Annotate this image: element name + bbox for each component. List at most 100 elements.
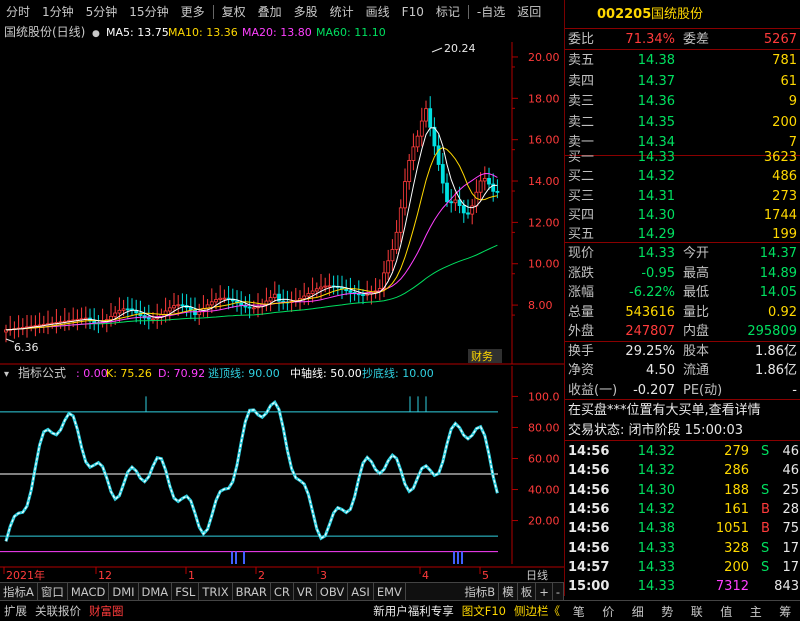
fundamental-label: 换手 bbox=[568, 342, 594, 361]
quote-tab[interactable]: 筹 bbox=[771, 603, 800, 620]
candle-body bbox=[441, 164, 444, 183]
sell-level-row: 卖二14.35200 bbox=[565, 113, 800, 132]
tick-time: 15:00 bbox=[568, 577, 609, 596]
candle-body bbox=[269, 298, 272, 301]
candle-body bbox=[479, 181, 482, 192]
indicator-tab[interactable]: MACD bbox=[68, 583, 109, 601]
candle-body bbox=[488, 178, 491, 184]
candle-body bbox=[194, 310, 197, 315]
candle-body bbox=[248, 307, 251, 308]
indicator-tab[interactable]: 板 bbox=[518, 583, 537, 601]
fundamental-value: 1.86亿 bbox=[755, 342, 797, 361]
stat-label: 现价 bbox=[568, 244, 594, 263]
tick-side-flag: S bbox=[761, 481, 769, 500]
f10-link[interactable]: 图文F10 bbox=[458, 603, 510, 619]
candle-body bbox=[412, 147, 415, 161]
wealth-circle-link[interactable]: 财富圈 bbox=[85, 603, 128, 619]
toolbar-item[interactable]: 多股 bbox=[288, 0, 324, 24]
toolbar-item[interactable]: 画线 bbox=[360, 0, 396, 24]
buy-level-row: 买三14.31273 bbox=[565, 187, 800, 206]
buy-level-label: 买一 bbox=[568, 148, 594, 167]
toolbar-item[interactable]: 1分钟 bbox=[36, 0, 80, 24]
toolbar-item[interactable]: 5分钟 bbox=[80, 0, 124, 24]
quote-tab[interactable]: 联 bbox=[682, 603, 712, 620]
sell-level-volume: 9 bbox=[789, 92, 797, 111]
date-tick-label: 5 bbox=[482, 569, 489, 582]
quote-tab[interactable]: 值 bbox=[712, 603, 742, 620]
quote-tabbar: 笔价细势联值主筹 bbox=[564, 600, 800, 621]
indicator-tab[interactable]: - bbox=[553, 583, 564, 601]
tick-volume: 161 bbox=[724, 500, 749, 519]
stat-value: 543616 bbox=[625, 303, 675, 322]
tick-volume: 286 bbox=[724, 461, 749, 480]
stat-label: 量比 bbox=[683, 303, 709, 322]
toolbar-item[interactable]: 标记 bbox=[430, 0, 466, 24]
candle-body bbox=[303, 296, 306, 298]
quote-tab[interactable]: 笔 bbox=[564, 603, 594, 620]
indicator-tab[interactable]: ASI bbox=[348, 583, 374, 601]
indicator-tab[interactable]: 模 bbox=[499, 583, 518, 601]
fundamental-value: -0.207 bbox=[633, 381, 675, 400]
candle-body bbox=[362, 295, 365, 296]
candle-body bbox=[93, 321, 96, 323]
buy-level-price: 14.30 bbox=[638, 206, 675, 225]
candle-body bbox=[152, 319, 155, 320]
sidebar-toggle[interactable]: 侧边栏《 bbox=[510, 603, 564, 619]
indicator-tab[interactable]: VR bbox=[294, 583, 317, 601]
toolbar-item[interactable]: 更多 bbox=[175, 0, 211, 24]
candle-body bbox=[450, 202, 453, 203]
stat-label: 最低 bbox=[683, 283, 709, 302]
toolbar-item[interactable]: -自选 bbox=[471, 0, 511, 24]
candle-body bbox=[446, 183, 449, 202]
indicator-tab[interactable]: + bbox=[536, 583, 553, 601]
date-tick-label: 2 bbox=[258, 569, 265, 582]
date-tick-label: 4 bbox=[422, 569, 429, 582]
indicator-tab[interactable]: 窗口 bbox=[38, 583, 68, 601]
toolbar-item[interactable]: 15分钟 bbox=[123, 0, 174, 24]
buy-level-price: 14.31 bbox=[638, 187, 675, 206]
news-link[interactable]: 新用户福利专享 bbox=[369, 603, 458, 619]
indicator-tab[interactable]: DMI bbox=[109, 583, 138, 601]
tick-count: 28 bbox=[782, 500, 799, 519]
tick-volume: 279 bbox=[724, 442, 749, 461]
indicator-tab[interactable]: TRIX bbox=[199, 583, 232, 601]
price-tick-label: 10.00 bbox=[528, 258, 560, 271]
indicator-tab[interactable]: EMV bbox=[374, 583, 406, 601]
toolbar-item[interactable]: 统计 bbox=[324, 0, 360, 24]
tick-count: 17 bbox=[782, 539, 799, 558]
expand-link[interactable]: 扩展 bbox=[0, 603, 31, 619]
quote-tab[interactable]: 价 bbox=[594, 603, 624, 620]
toolbar-item[interactable]: 叠加 bbox=[252, 0, 288, 24]
indicator-tab[interactable]: CR bbox=[271, 583, 294, 601]
toolbar-separator bbox=[213, 5, 214, 19]
indicator-legend: : 0.00K: 75.26D: 70.92逃顶线: 90.00中轴线: 50.… bbox=[76, 366, 434, 380]
quote-tab[interactable]: 势 bbox=[653, 603, 683, 620]
indicator-tab[interactable]: OBV bbox=[317, 583, 348, 601]
toolbar-item[interactable]: 复权 bbox=[216, 0, 252, 24]
toolbar-item[interactable]: F10 bbox=[396, 0, 430, 24]
related-quote-link[interactable]: 关联报价 bbox=[31, 603, 85, 619]
tick-volume: 328 bbox=[724, 539, 749, 558]
chart-panel[interactable]: 国统股份(日线) ● MA5: 13.75MA10: 13.36MA20: 13… bbox=[0, 24, 564, 596]
toolbar-item[interactable]: 分时 bbox=[0, 0, 36, 24]
toolbar-item[interactable]: 返回 bbox=[511, 0, 547, 24]
quote-tab[interactable]: 主 bbox=[741, 603, 771, 620]
quote-tab[interactable]: 细 bbox=[623, 603, 653, 620]
ma-legend-item: MA60: 11.10 bbox=[316, 26, 386, 39]
indicator-tab[interactable]: 指标B bbox=[461, 583, 499, 601]
tick-price: 14.32 bbox=[638, 442, 675, 461]
candle-body bbox=[219, 298, 222, 299]
indicator-tab[interactable]: DMA bbox=[139, 583, 173, 601]
quote-header: 002205国统股份 bbox=[565, 5, 800, 24]
indicator-tick-label: 100.0 bbox=[528, 390, 560, 403]
indicator-tab[interactable]: BRAR bbox=[233, 583, 271, 601]
indicator-tab[interactable]: 指标A bbox=[0, 583, 38, 601]
stat-value: 14.37 bbox=[760, 244, 797, 263]
indicator-tab[interactable]: FSL bbox=[172, 583, 199, 601]
stat-value: 0.92 bbox=[768, 303, 797, 322]
indicator-legend-item: : 0.00 bbox=[76, 367, 108, 380]
kline-chart[interactable]: 国统股份(日线) ● MA5: 13.75MA10: 13.36MA20: 13… bbox=[0, 24, 564, 582]
big-order-notice[interactable]: 在买盘***位置有大买单,查看详情 bbox=[565, 401, 800, 420]
stat-label: 涨幅 bbox=[568, 283, 594, 302]
candle-body bbox=[307, 294, 310, 297]
